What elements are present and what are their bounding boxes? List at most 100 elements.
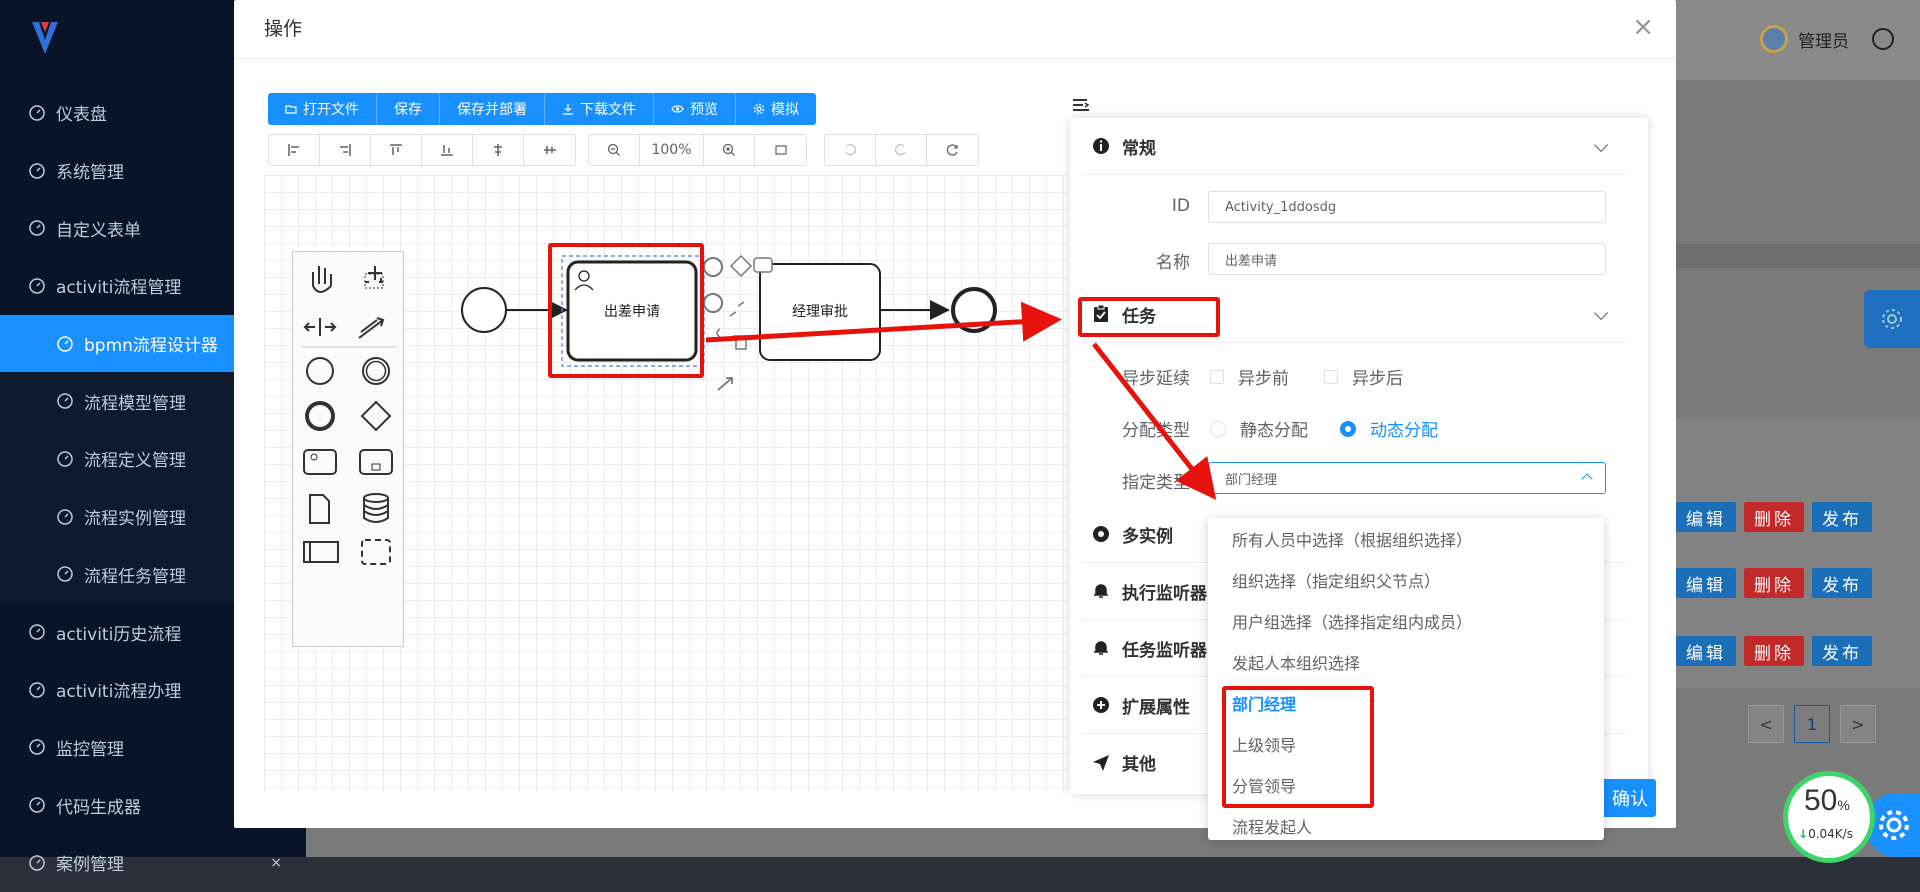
fit-view-icon: [774, 145, 787, 155]
user-task-icon[interactable]: [303, 449, 337, 475]
change-type-icon[interactable]: [716, 328, 721, 338]
append-intermediate-event-icon[interactable]: [703, 293, 723, 313]
connect-icon[interactable]: [717, 377, 733, 391]
sidebar-item-label: 自定义表单: [56, 220, 141, 241]
save-deploy-button[interactable]: 保存并部署: [440, 93, 545, 125]
dropdown-option[interactable]: 所有人员中选择（根据组织选择）: [1208, 518, 1604, 559]
align-right-button[interactable]: [320, 135, 371, 165]
delete-button[interactable]: 删除: [1744, 568, 1804, 598]
align-right-icon: [340, 144, 351, 156]
name-input[interactable]: 出差申请: [1208, 243, 1606, 275]
page-number[interactable]: 1: [1794, 705, 1830, 743]
zoom-out-icon: [607, 143, 620, 156]
section-title: 多实例: [1122, 526, 1173, 547]
hand-tool-icon[interactable]: [312, 266, 332, 293]
data-object-icon[interactable]: [309, 494, 330, 524]
open-file-button[interactable]: 打开文件: [268, 93, 377, 125]
close-icon[interactable]: ×: [1632, 14, 1654, 40]
folder-icon: [285, 105, 297, 114]
gateway-icon[interactable]: [360, 400, 392, 432]
append-gateway-icon[interactable]: [729, 254, 753, 278]
text-annotation-icon[interactable]: [729, 301, 745, 317]
redo-button[interactable]: [876, 135, 927, 165]
end-event[interactable]: [951, 287, 997, 333]
logo-icon: [32, 22, 58, 54]
gear-icon: [1879, 810, 1909, 840]
download-icon: [563, 104, 573, 115]
end-event-icon[interactable]: [305, 401, 335, 431]
download-button[interactable]: 下载文件: [545, 93, 654, 125]
redo-icon: [895, 144, 906, 156]
edit-button[interactable]: 编辑: [1676, 502, 1736, 532]
align-center-button[interactable]: [473, 135, 524, 165]
undo-button[interactable]: [825, 135, 876, 165]
section-general[interactable]: 常规: [1082, 118, 1626, 175]
async-after-checkbox[interactable]: 异步后: [1324, 364, 1403, 389]
static-assign-radio[interactable]: 静态分配: [1210, 416, 1308, 441]
space-tool-icon[interactable]: [303, 318, 337, 336]
plus-circle-icon: [1093, 697, 1109, 713]
subprocess-icon[interactable]: [359, 449, 393, 475]
sidebar-item-label: 监控管理: [56, 739, 124, 760]
next-page-button[interactable]: >: [1840, 705, 1876, 743]
delete-button[interactable]: 删除: [1744, 636, 1804, 666]
simulate-button[interactable]: 模拟: [736, 93, 816, 125]
delete-button[interactable]: 删除: [1744, 502, 1804, 532]
process-diagram: 出差申请 经理审批: [461, 254, 997, 391]
publish-button[interactable]: 发布: [1812, 636, 1872, 666]
confirm-button[interactable]: 确认: [1596, 779, 1656, 817]
task-manager-approval[interactable]: 经理审批: [753, 257, 881, 361]
sidebar-item[interactable]: 案例管理 ×: [0, 834, 306, 892]
dashboard-icon: [57, 335, 73, 352]
data-store-icon[interactable]: [363, 493, 389, 523]
dropdown-option[interactable]: 发起人本组织选择: [1208, 641, 1604, 682]
prev-page-button[interactable]: <: [1748, 705, 1784, 743]
refresh-icon: [946, 144, 958, 156]
id-input[interactable]: Activity_1ddosdg: [1208, 191, 1606, 223]
dropdown-option[interactable]: 组织选择（指定组织父节点）: [1208, 559, 1604, 600]
start-event[interactable]: [461, 287, 507, 333]
append-end-event-icon[interactable]: [703, 257, 723, 277]
dashboard-icon: [29, 855, 45, 871]
panel-toggle-icon[interactable]: [1072, 98, 1090, 114]
group-icon[interactable]: [361, 539, 391, 565]
async-before-checkbox[interactable]: 异步前: [1210, 364, 1289, 389]
globe-icon[interactable]: [1872, 28, 1894, 50]
gear-icon: [1882, 309, 1902, 329]
zoom-out-button[interactable]: [589, 135, 640, 165]
append-task-icon[interactable]: [753, 257, 773, 273]
start-event-icon[interactable]: [306, 357, 334, 385]
edit-button[interactable]: 编辑: [1676, 568, 1736, 598]
async-label: 异步延续: [1122, 369, 1190, 389]
publish-button[interactable]: 发布: [1812, 568, 1872, 598]
intermediate-event-icon[interactable]: [362, 357, 390, 385]
lasso-tool-icon[interactable]: [364, 266, 384, 289]
network-speed-widget[interactable]: 50% ↓0.04K/s: [1783, 771, 1875, 863]
align-bottom-button[interactable]: [422, 135, 473, 165]
align-left-button[interactable]: [269, 135, 320, 165]
dropdown-option[interactable]: 流程发起人: [1208, 805, 1604, 840]
align-center-icon: [494, 144, 502, 156]
dropdown-option[interactable]: 用户组选择（选择指定组内成员）: [1208, 600, 1604, 641]
save-button[interactable]: 保存: [377, 93, 440, 125]
dynamic-assign-radio[interactable]: 动态分配: [1340, 416, 1438, 441]
settings-tab[interactable]: [1864, 290, 1920, 348]
dashboard-icon: [29, 624, 45, 640]
pool-icon[interactable]: [303, 541, 339, 563]
align-top-button[interactable]: [371, 135, 422, 165]
sidebar-item-label: 流程任务管理: [84, 566, 186, 587]
specify-type-select[interactable]: 部门经理: [1208, 462, 1606, 494]
publish-button[interactable]: 发布: [1812, 502, 1872, 532]
edit-button[interactable]: 编辑: [1676, 636, 1736, 666]
zoom-in-button[interactable]: [704, 135, 755, 165]
trash-icon[interactable]: [733, 335, 749, 350]
fit-view-button[interactable]: [755, 135, 806, 165]
table-row-actions: 编辑 删除 发布: [1676, 502, 1872, 532]
preview-button[interactable]: 预览: [654, 93, 736, 125]
name-label: 名称: [1156, 253, 1190, 273]
reset-button[interactable]: [927, 135, 978, 165]
user-menu[interactable]: 管理员: [1760, 25, 1849, 53]
close-icon[interactable]: ×: [270, 855, 282, 871]
align-middle-button[interactable]: [524, 135, 575, 165]
connect-tool-icon[interactable]: [358, 317, 385, 339]
